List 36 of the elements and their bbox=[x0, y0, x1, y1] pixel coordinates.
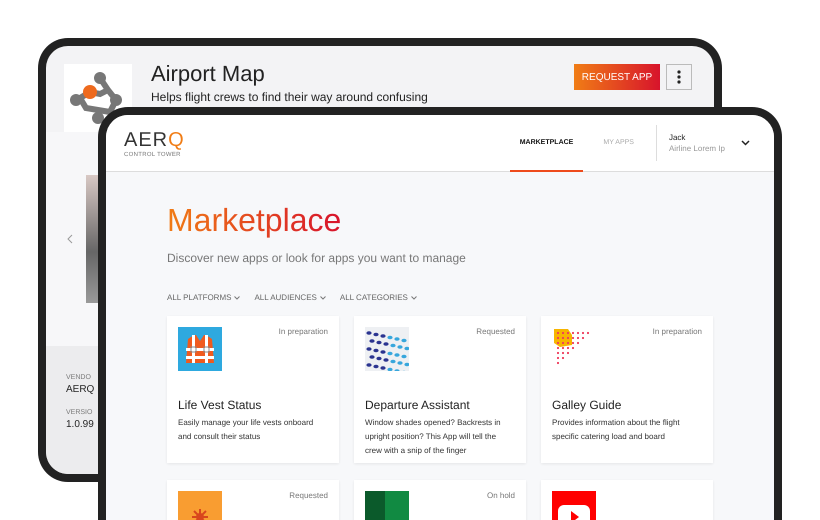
more-options-button[interactable] bbox=[666, 64, 692, 90]
chevron-down-icon bbox=[234, 296, 240, 300]
oval-pattern-icon bbox=[365, 327, 409, 371]
filter-dropdown[interactable]: ALL PLATFORMS bbox=[167, 293, 240, 302]
chevron-down-icon bbox=[410, 296, 417, 300]
card-description: Easily manage your life vests onboard and consult their status bbox=[178, 417, 314, 443]
filter-dropdown[interactable]: ALL CATEGORIES bbox=[340, 293, 417, 302]
card-title: Life Vest Status bbox=[178, 398, 262, 412]
safety-vest-icon bbox=[178, 327, 222, 371]
status-label: Requested bbox=[289, 491, 328, 500]
card-description: Provides information about the flight specific catering load and board bbox=[552, 417, 681, 443]
chevron-down-icon bbox=[320, 296, 326, 300]
user-organization: Airline Lorem Ip bbox=[668, 144, 725, 153]
app-card[interactable]: Requested Departure Assistant Window shades opened? Backrests in upright position? This App will tell the crew with a snip of the finger bbox=[354, 316, 526, 463]
status-label: On hold bbox=[486, 491, 515, 500]
more-icon bbox=[677, 70, 681, 84]
status-label: In preparation bbox=[278, 327, 328, 336]
card-title: Galley Guide bbox=[552, 398, 622, 412]
filter-dropdown[interactable]: ALL AUDIENCES bbox=[254, 293, 326, 302]
page-subtitle: Discover new apps or look for apps you want to manage bbox=[167, 251, 467, 265]
status-label: In preparation bbox=[652, 327, 702, 336]
detail-value: AERQ bbox=[66, 384, 94, 395]
chevron-left-icon[interactable] bbox=[67, 234, 73, 244]
app-card[interactable]: Requested bbox=[167, 480, 339, 520]
app-description: Helps flight crews to find their way around confusing bbox=[151, 90, 429, 104]
app-card[interactable]: On hold bbox=[354, 480, 526, 520]
card-description: Window shades opened? Backrests in upright position? This App will tell the crew with a snip of the finger bbox=[365, 417, 502, 457]
user-name: Jack bbox=[668, 133, 686, 142]
app-card[interactable]: In preparation Galley Guide Provides information about the flight specific catering load and board bbox=[541, 316, 713, 463]
status-label: Requested bbox=[476, 327, 515, 336]
request-app-button[interactable]: REQUEST APP bbox=[574, 64, 660, 90]
app-title: Airport Map bbox=[151, 60, 266, 88]
app-card[interactable]: In preparation Life Vest Status Easily manage your life vests onboard and consult their status bbox=[167, 316, 339, 463]
detail-value: 1.0.99 bbox=[66, 419, 94, 430]
chevron-down-icon[interactable] bbox=[741, 140, 750, 146]
card-title: Departure Assistant bbox=[365, 398, 471, 412]
